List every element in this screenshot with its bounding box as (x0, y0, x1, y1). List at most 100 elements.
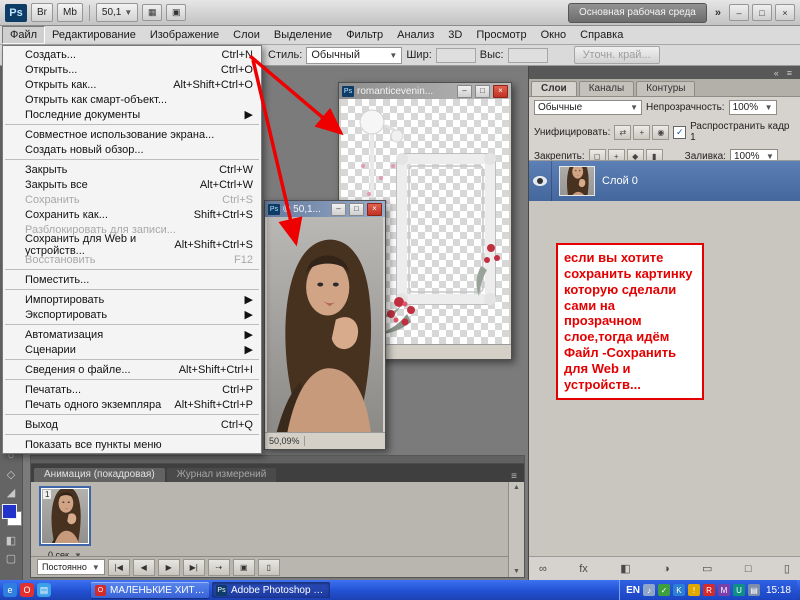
menubar-item[interactable]: Справка (573, 26, 630, 44)
animation-frame[interactable]: 1 (39, 486, 91, 546)
unify-style-icon[interactable]: ◉ (652, 124, 670, 140)
visibility-toggle[interactable] (529, 161, 552, 201)
opacity-dropdown[interactable]: 100% ▼ (728, 100, 777, 115)
delete-frame-button[interactable]: ▯ (257, 558, 280, 576)
document-title-bar[interactable]: Ps © 50,1... – □ × (265, 201, 385, 217)
panel-menu-icon[interactable]: ≡ (507, 471, 521, 482)
close-button[interactable]: × (367, 202, 382, 216)
restore-button[interactable]: □ (752, 4, 772, 21)
arrange-documents-icon[interactable]: ▣ (166, 4, 187, 21)
menubar-item[interactable]: Слои (226, 26, 267, 44)
delete-layer-icon[interactable]: ▯ (784, 562, 790, 575)
m-app-icon[interactable]: M (717, 584, 730, 596)
minimize-button[interactable]: – (331, 202, 346, 216)
quick-mask-icon[interactable]: ◧ (0, 534, 22, 547)
height-input[interactable] (507, 47, 548, 63)
layer-row[interactable]: Слой 0 (529, 161, 800, 201)
panel-tab[interactable]: Анимация (покадровая) (34, 468, 165, 482)
collapse-panels-icon[interactable]: « (774, 68, 779, 78)
file-menu-item[interactable]: Закрыть все Alt+Ctrl+W (3, 177, 261, 192)
layer-name[interactable]: Слой 0 (602, 175, 638, 187)
scroll-down-icon[interactable]: ▼ (513, 568, 520, 575)
file-menu-item[interactable]: Показать все пункты меню (3, 437, 261, 452)
file-menu-item[interactable]: Печать одного экземпляра Alt+Shift+Ctrl+P (3, 397, 261, 412)
layer-group-icon[interactable]: ▭ (702, 562, 712, 575)
view-extras-icon[interactable]: ▦ (142, 4, 163, 21)
messenger-icon[interactable]: K (672, 584, 685, 596)
file-menu-item[interactable]: Открыть как... Alt+Shift+Ctrl+O (3, 77, 261, 92)
unify-position-icon[interactable]: ⇄ (614, 124, 632, 140)
language-indicator[interactable]: EN (626, 585, 640, 596)
menubar-item[interactable]: Файл (2, 26, 46, 44)
antivirus-icon[interactable]: ✓ (657, 584, 670, 596)
maximize-button[interactable]: □ (475, 84, 490, 98)
file-menu-item[interactable]: Создать новый обзор... (3, 142, 261, 157)
maximize-button[interactable]: □ (349, 202, 364, 216)
file-menu-item[interactable]: Совместное использование экрана... (3, 127, 261, 142)
menubar-item[interactable]: Просмотр (469, 26, 533, 44)
document-title-bar[interactable]: Ps romanticevenin... – □ × (339, 83, 511, 99)
file-menu-item[interactable]: Экспортировать ▶ (3, 307, 261, 322)
update-icon[interactable]: ! (687, 584, 700, 596)
browser-icon[interactable]: e (3, 583, 17, 597)
workspace-switcher-button[interactable]: Основная рабочая среда (567, 2, 707, 23)
clock[interactable]: 15:18 (766, 585, 791, 596)
file-menu-item[interactable]: Выход Ctrl+Q (3, 417, 261, 432)
taskbar-task[interactable]: O МАЛЕНЬКИЕ ХИТРОС... (91, 582, 209, 598)
play-button[interactable]: ▶ (157, 558, 180, 576)
duplicate-frame-button[interactable]: ▣ (232, 558, 255, 576)
panel-drag-grip[interactable] (31, 456, 524, 464)
bridge-button[interactable]: Br (31, 3, 53, 22)
file-menu-item[interactable]: Автоматизация ▶ (3, 327, 261, 342)
foreground-color-swatch[interactable] (2, 504, 17, 519)
volume-icon[interactable]: ♪ (642, 584, 655, 596)
file-menu-item[interactable]: Последние документы ▶ (3, 107, 261, 122)
layer-thumbnail[interactable] (559, 166, 595, 196)
propagate-frame-checkbox[interactable]: ✓ (673, 125, 687, 139)
file-menu-item[interactable]: Закрыть Ctrl+W (3, 162, 261, 177)
document-window-portrait[interactable]: Ps © 50,1... – □ × 50,09% (264, 200, 386, 450)
first-frame-button[interactable]: |◀ (107, 558, 130, 576)
close-button[interactable]: × (493, 84, 508, 98)
tween-button[interactable]: ⇢ (207, 558, 230, 576)
layer-style-icon[interactable]: fx (579, 563, 588, 575)
menubar-item[interactable]: Выделение (267, 26, 339, 44)
unify-visibility-icon[interactable]: + (633, 124, 651, 140)
file-menu-item[interactable]: Сохранить для Web и устройств... Alt+Shif… (3, 233, 261, 257)
panel-tab[interactable]: Каналы (578, 81, 635, 96)
style-dropdown[interactable]: Обычный ▼ (306, 46, 403, 64)
taskbar-task[interactable]: Ps Adobe Photoshop CS... (212, 582, 330, 598)
minimize-button[interactable]: – (457, 84, 472, 98)
file-menu-item[interactable]: Открыть как смарт-объект... (3, 92, 261, 107)
zoom-percentage[interactable]: 50,09% (269, 436, 300, 446)
animation-scrollbar[interactable]: ▲ ▼ (508, 482, 524, 577)
next-frame-button[interactable]: ▶| (182, 558, 205, 576)
document-canvas[interactable] (267, 217, 383, 433)
file-menu-item[interactable]: Создать... Ctrl+N (3, 47, 261, 62)
new-layer-icon[interactable]: □ (745, 563, 752, 575)
loop-count-dropdown[interactable]: Постоянно ▼ (37, 559, 105, 575)
menubar-item[interactable]: Изображение (143, 26, 226, 44)
file-menu-item[interactable]: Сценарии ▶ (3, 342, 261, 357)
u-app-icon[interactable]: U (732, 584, 745, 596)
panel-menu-icon[interactable]: ≡ (787, 68, 792, 78)
panel-tab[interactable]: Слои (531, 81, 577, 96)
file-menu-item[interactable]: Сохранить как... Shift+Ctrl+S (3, 207, 261, 222)
close-button[interactable]: × (775, 4, 795, 21)
file-menu-item[interactable]: Печатать... Ctrl+P (3, 382, 261, 397)
menubar-item[interactable]: Редактирование (45, 26, 143, 44)
eyedropper-tool-icon[interactable]: ◢ (0, 486, 22, 499)
adjustment-layer-icon[interactable]: ◑ (663, 563, 670, 575)
prev-frame-button[interactable]: ◀ (132, 558, 155, 576)
file-menu-item[interactable]: Поместить... (3, 272, 261, 287)
file-menu-item[interactable]: Импортировать ▶ (3, 292, 261, 307)
opera-icon[interactable]: O (20, 583, 34, 597)
panel-tab[interactable]: Журнал измерений (166, 468, 277, 482)
link-layers-icon[interactable]: ∞ (539, 563, 547, 575)
r-app-icon[interactable]: R (702, 584, 715, 596)
width-input[interactable] (435, 47, 476, 63)
overflow-chevron[interactable]: » (711, 7, 725, 19)
show-desktop-icon[interactable]: ▤ (37, 583, 51, 597)
menubar-item[interactable]: 3D (441, 26, 469, 44)
scroll-up-icon[interactable]: ▲ (513, 484, 520, 491)
